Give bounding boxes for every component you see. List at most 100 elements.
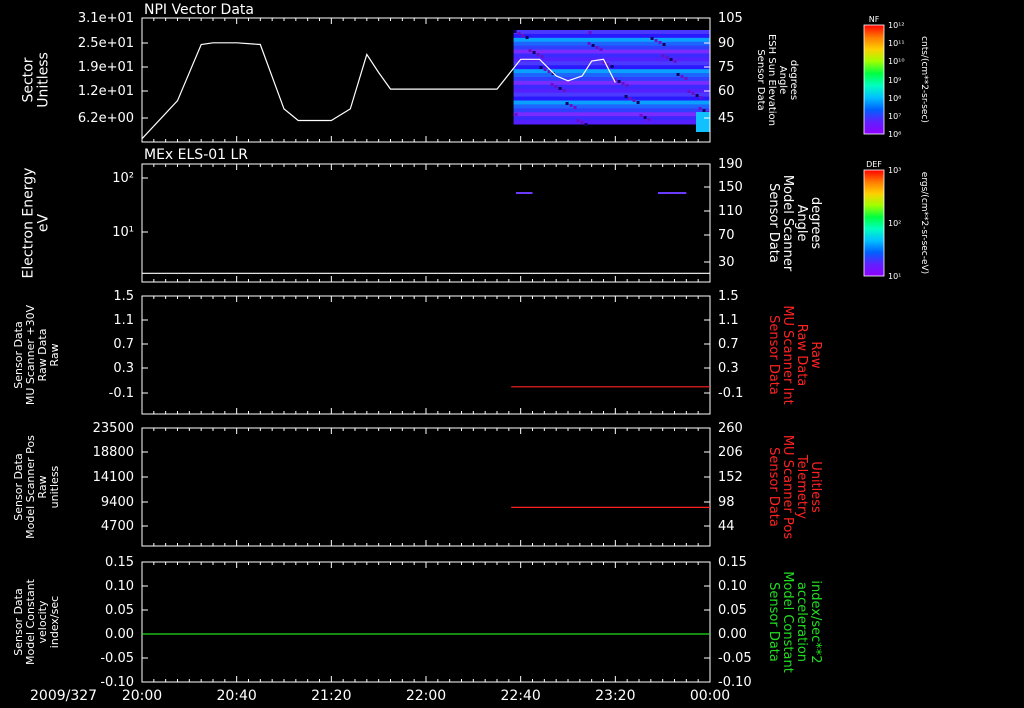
spectrogram-cell — [676, 73, 680, 76]
panel-2: MEx ELS-01 LR 10² 10¹ 190 150 110 70 30 Electron… — [21, 147, 823, 283]
y-axis-label-left: index/sec — [48, 596, 61, 648]
y-axis-label-right: Raw — [808, 341, 823, 369]
panel-frame — [141, 561, 711, 683]
colorbar-tick-label: 10¹⁰ — [888, 57, 905, 66]
y-tick-label-left: 3.1e+01 — [78, 11, 134, 26]
y-tick-label-left: 0.05 — [105, 603, 134, 618]
spectrogram-cell — [617, 80, 621, 83]
y-axis-label-left: unitless — [48, 465, 61, 508]
spectrogram-cell — [513, 30, 710, 35]
spectrogram-cell — [695, 94, 699, 97]
y-tick-label-left: 10¹ — [112, 225, 134, 240]
spectrogram-cell — [587, 42, 591, 45]
spectrogram-cell — [691, 92, 695, 95]
colorbar-tick-label: 10² — [888, 219, 901, 228]
panel-title: MEx ELS-01 LR — [144, 147, 248, 163]
spectrogram-cell — [513, 30, 517, 33]
spectrogram-cell — [513, 108, 710, 113]
colorbar-tick-label: 10⁷ — [888, 112, 901, 121]
y-tick-label-left: 9400 — [101, 495, 134, 510]
colorbar-tick-label: 10¹ — [888, 272, 901, 281]
spectrogram-cell — [513, 100, 710, 105]
y-tick-label-right: 70 — [718, 228, 735, 243]
time-tick-label: 22:40 — [500, 688, 540, 704]
colorbar-unit-label: cnts/(cm**2-sr-sec) — [919, 36, 929, 123]
spectrogram-cell — [636, 101, 640, 104]
spectrogram-cell — [643, 116, 647, 119]
spectrogram-cell — [573, 106, 577, 109]
y-tick-label-left: 0.00 — [105, 627, 134, 642]
date-label: 2009/327 — [30, 688, 97, 704]
y-tick-label-right: 105 — [718, 11, 743, 26]
spectrogram-cell — [673, 60, 677, 63]
time-tick-label: 22:00 — [406, 688, 446, 704]
panel-frame — [141, 427, 711, 547]
time-tick-label: 21:20 — [311, 688, 351, 704]
spectrogram-cell — [599, 48, 603, 51]
y-tick-label-left: 6.2e+00 — [78, 111, 134, 126]
spectrogram-cell — [543, 68, 547, 71]
spectrogram-cell — [513, 92, 710, 98]
y-tick-label-left: -0.05 — [100, 651, 134, 666]
spectrogram-cell — [662, 43, 666, 46]
y-tick-label-right: 45 — [718, 111, 735, 126]
y-axis-label-right: Sensor Data — [766, 315, 781, 395]
spectrogram-cell — [513, 88, 710, 94]
spectrogram-cell — [562, 89, 566, 92]
colorbar-1: NF 10¹² 10¹¹ 10¹⁰ 10⁹ 10⁸ 10⁷ 10⁶ cnts/(cm**2-sr… — [863, 15, 929, 139]
y-tick-label-right: 0.3 — [718, 361, 739, 376]
y-tick-label-left: 2.5e+01 — [78, 36, 134, 51]
y-tick-label-left: 23500 — [93, 421, 134, 436]
time-tick-label: 00:00 — [690, 688, 730, 704]
spectrogram-cell — [580, 121, 584, 124]
spectrogram-cell — [513, 80, 710, 86]
spectrogram-cell — [554, 85, 558, 88]
y-axis-label-right: Sensor Data — [766, 183, 781, 263]
spectrogram-cell — [665, 56, 669, 59]
spectrogram-cell — [536, 53, 540, 56]
y-axis-label-left: Electron Energy — [21, 168, 37, 279]
colorbar-tick-label: 10¹² — [888, 21, 905, 30]
spectrogram-cell — [588, 31, 592, 34]
time-tick-label: 20:00 — [122, 688, 162, 704]
spectrogram-cell — [513, 37, 710, 43]
colorbar-tick-label: 10¹¹ — [888, 39, 905, 48]
spectrogram-cell — [584, 123, 588, 126]
y-tick-label-left: 0.7 — [113, 337, 134, 352]
colorbar-tick-label: 10⁹ — [888, 76, 901, 85]
spectrogram-cell — [517, 32, 521, 35]
spectrogram-cell — [521, 34, 525, 37]
spectrogram-cell — [696, 112, 710, 132]
y-tick-label-left: 10² — [112, 171, 134, 186]
colorbar-2: DEF 10³ 10² 10¹ ergs/(cm**2-sr-sec-eV) — [863, 160, 929, 281]
spectrogram-cell — [576, 119, 580, 122]
y-tick-label-left: 14100 — [93, 470, 134, 485]
spectrogram-cell — [550, 83, 554, 86]
spectrogram-cell — [513, 33, 710, 39]
y-axis-label-right: acceleration — [794, 582, 809, 662]
panel-5: 0.150.100.050.00-0.05-0.100.150.100.050.… — [12, 555, 823, 690]
y-axis-label-right: Model Scanner — [780, 175, 795, 272]
colorbar-tick-label: 10⁸ — [888, 94, 901, 103]
spectrogram-cell — [647, 118, 651, 121]
panel-3: 1.5 1.1 0.7 0.3 -0.1 1.5 1.1 0.7 0.3 -0.1 Sensor D… — [12, 289, 823, 415]
spectrogram-cell — [625, 84, 629, 87]
spectrogram-cell — [513, 45, 710, 51]
spectrogram-cell — [669, 58, 673, 61]
spectrogram-cell — [513, 41, 710, 47]
y-tick-label-right: 0.00 — [718, 627, 747, 642]
colorbar-rect — [863, 169, 885, 277]
spectrogram-cell — [654, 39, 658, 42]
y-tick-label-left: 4700 — [101, 519, 134, 534]
y-tick-label-right: 0.10 — [718, 579, 747, 594]
y-axis-label-right: ESH Sun Elevation — [766, 34, 777, 126]
colorbar-unit-label: ergs/(cm**2-sr-sec-eV) — [919, 172, 929, 274]
y-axis-label-right: Sensor Data — [755, 49, 766, 110]
y-axis-label-left: Unitless — [36, 52, 52, 108]
y-tick-label-right: 0.7 — [718, 337, 739, 352]
spectrogram-cell — [540, 55, 544, 58]
spectrogram-cell — [513, 77, 710, 82]
spectrogram-cell — [513, 57, 710, 62]
y-tick-label-left: 18800 — [93, 445, 134, 460]
spectrogram-cell — [513, 112, 710, 117]
